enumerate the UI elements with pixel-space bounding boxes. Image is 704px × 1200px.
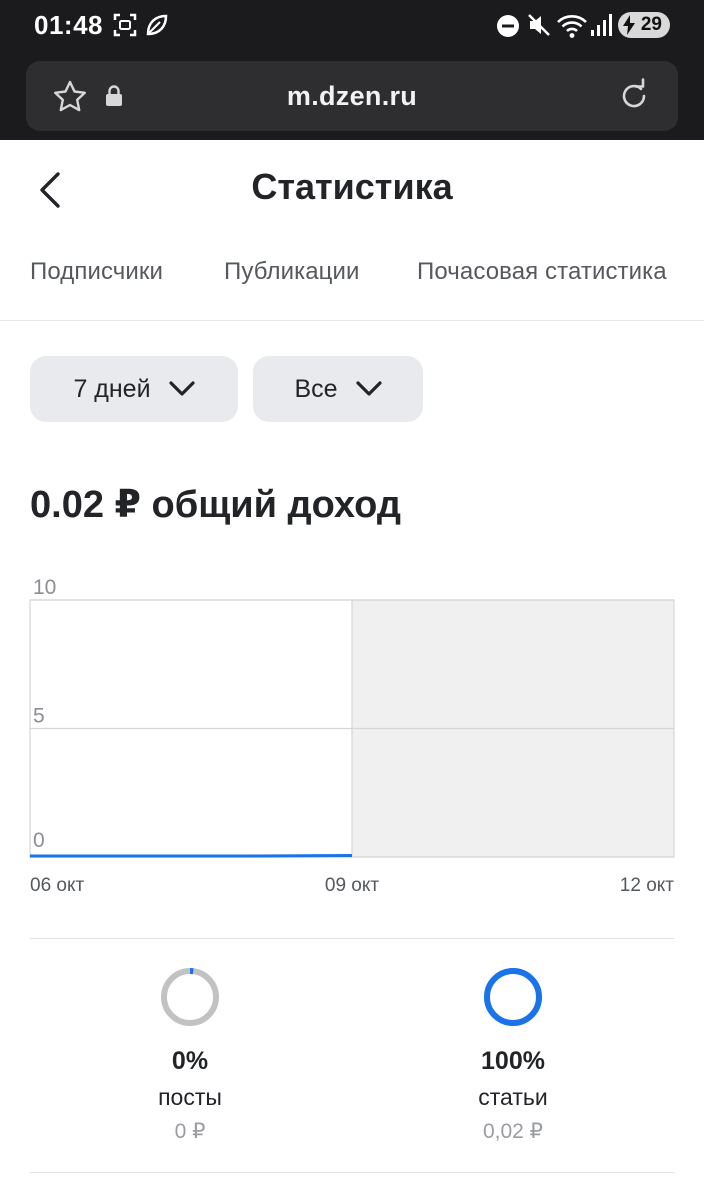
posts-amount: 0 ₽ — [174, 1120, 206, 1143]
signal-icon — [591, 14, 612, 36]
articles-breakdown: 100% статьи 0,02 ₽ — [363, 966, 663, 1144]
chart-y-tick-label: 5 — [33, 705, 45, 728]
dnd-icon — [497, 15, 519, 37]
chart-series-line — [30, 853, 353, 858]
divider — [30, 1172, 675, 1173]
screenshot-icon — [113, 13, 137, 37]
articles-amount: 0,02 ₽ — [482, 1120, 544, 1143]
donut-track — [161, 968, 219, 1026]
stats-tabs: Подписчики Публикации Почасовая статисти… — [0, 246, 704, 321]
donut-arc — [484, 968, 542, 1026]
chart-x-tick-label: 09 окт — [325, 875, 380, 896]
charging-icon — [623, 15, 635, 35]
type-filter-dropdown[interactable]: Все — [253, 356, 423, 422]
period-filter-label: 7 дней — [73, 374, 151, 403]
tab-hourly-stats[interactable]: Почасовая статистика — [417, 258, 667, 286]
leaf-icon — [146, 14, 168, 36]
chart-x-tick-label: 06 окт — [30, 875, 85, 896]
chart-y-tick-label: 0 — [33, 829, 45, 852]
chart-y-tick-label: 10 — [33, 576, 56, 599]
chart-x-tick-label: 12 окт — [620, 875, 675, 896]
address-bar[interactable]: m.dzen.ru — [26, 61, 678, 131]
back-arrow-icon[interactable] — [36, 170, 64, 210]
articles-donut-icon — [484, 968, 542, 1026]
status-time: 01:48 — [34, 10, 103, 40]
posts-breakdown: 0% посты 0 ₽ — [40, 966, 340, 1144]
period-filter-dropdown[interactable]: 7 дней — [30, 356, 238, 422]
type-filter-label: Все — [294, 374, 338, 403]
posts-label: посты — [158, 1084, 222, 1110]
page-title: Статистика — [251, 166, 453, 207]
mute-icon — [528, 14, 550, 36]
chevron-down-icon — [168, 381, 195, 396]
divider — [30, 938, 675, 939]
status-bar: 01:48 29 — [0, 0, 704, 52]
income-chart: 10 5 0 06 окт 09 окт 12 окт — [29, 576, 675, 896]
battery-indicator: 29 — [618, 12, 670, 38]
battery-level: 29 — [640, 14, 662, 35]
posts-donut-icon — [161, 968, 219, 1026]
chevron-down-icon — [355, 381, 382, 396]
articles-percent: 100% — [481, 1047, 545, 1075]
reload-icon[interactable] — [616, 78, 652, 114]
browser-toolbar: m.dzen.ru — [0, 52, 704, 140]
posts-percent: 0% — [171, 1047, 209, 1075]
wifi-icon — [557, 15, 587, 38]
tab-subscribers[interactable]: Подписчики — [30, 258, 163, 286]
articles-label: статьи — [478, 1084, 548, 1110]
total-income-headline: 0.02 ₽ общий доход — [30, 484, 401, 526]
url-text: m.dzen.ru — [286, 81, 418, 111]
tab-publications[interactable]: Публикации — [224, 258, 360, 286]
